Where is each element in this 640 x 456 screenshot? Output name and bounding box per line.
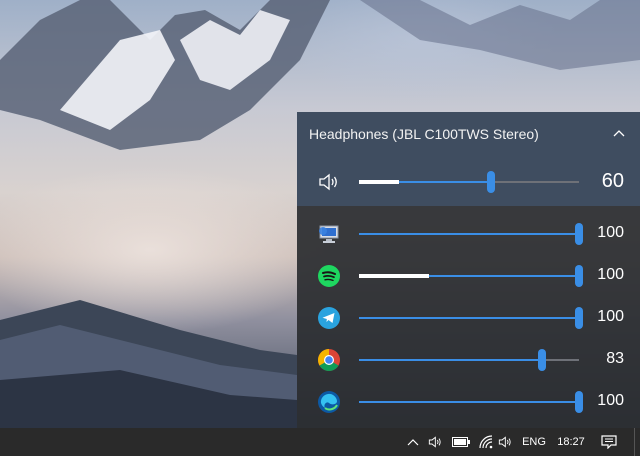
volume-thumb-spotify[interactable] <box>575 265 583 287</box>
volume-thumb-telegram[interactable] <box>575 307 583 329</box>
volume-thumb-edge[interactable] <box>575 391 583 413</box>
action-center-button[interactable] <box>596 428 622 456</box>
volume-slider-chrome[interactable] <box>359 349 579 371</box>
volume-value-spotify: 100 <box>597 266 624 283</box>
volume-value-chrome: 83 <box>606 350 624 367</box>
clock-time: 18:27 <box>557 436 585 448</box>
volume-slider-system-sounds[interactable] <box>359 223 583 245</box>
master-volume-thumb[interactable] <box>487 171 495 193</box>
wifi-icon <box>479 435 493 449</box>
device-title[interactable]: Headphones (JBL C100TWS Stereo) <box>309 126 539 142</box>
chevron-up-icon <box>407 439 419 446</box>
master-volume-row: 60 <box>297 162 640 202</box>
tray-speaker-button[interactable] <box>426 428 446 456</box>
speaker-icon <box>428 436 441 448</box>
volume-slider-telegram[interactable] <box>359 307 583 329</box>
volume-value-telegram: 100 <box>597 308 624 325</box>
volume-fill-chrome <box>359 359 542 361</box>
chevron-up-icon <box>613 130 625 137</box>
telegram-icon <box>318 307 340 329</box>
app-row-telegram: 100 <box>297 298 640 338</box>
volume-slider-edge[interactable] <box>359 391 583 413</box>
spotify-icon <box>318 265 340 287</box>
speaker-icon[interactable] <box>317 170 341 194</box>
volume-fill-system-sounds <box>359 233 579 235</box>
master-volume-slider[interactable] <box>359 171 579 193</box>
app-row-spotify: 100 <box>297 256 640 296</box>
edge-icon <box>318 391 340 413</box>
volume-fill-telegram <box>359 317 579 319</box>
app-row-edge: 100 <box>297 382 640 422</box>
volume-flyout: Headphones (JBL C100TWS Stereo) 60 100 1… <box>297 112 640 428</box>
app-row-system-sounds: 100 <box>297 214 640 254</box>
action-center-icon <box>601 435 617 449</box>
volume-thumb-system-sounds[interactable] <box>575 223 583 245</box>
show-desktop-button[interactable] <box>634 428 640 456</box>
master-volume-value: 60 <box>601 170 624 192</box>
input-language-button[interactable]: ENG <box>520 428 548 456</box>
battery-icon <box>452 437 470 447</box>
language-label: ENG <box>522 436 546 448</box>
battery-button[interactable] <box>450 428 472 456</box>
peak-meter-spotify <box>359 274 429 278</box>
volume-value-system-sounds: 100 <box>597 224 624 241</box>
show-hidden-icons-button[interactable] <box>404 428 422 456</box>
flyout-header: Headphones (JBL C100TWS Stereo) 60 <box>297 112 640 206</box>
system-sounds-icon <box>319 225 339 243</box>
volume-button[interactable] <box>496 428 516 456</box>
taskbar: ENG 18:27 <box>0 428 640 456</box>
volume-thumb-chrome[interactable] <box>538 349 546 371</box>
app-row-chrome: 83 <box>297 340 640 380</box>
volume-fill-edge <box>359 401 579 403</box>
collapse-button[interactable] <box>608 122 630 144</box>
volume-value-edge: 100 <box>597 392 624 409</box>
network-button[interactable] <box>476 428 496 456</box>
speaker-icon <box>498 436 511 448</box>
volume-slider-spotify[interactable] <box>359 265 583 287</box>
master-peak-meter <box>359 180 399 184</box>
clock-button[interactable]: 18:27 <box>552 428 590 456</box>
chrome-icon <box>318 349 340 371</box>
